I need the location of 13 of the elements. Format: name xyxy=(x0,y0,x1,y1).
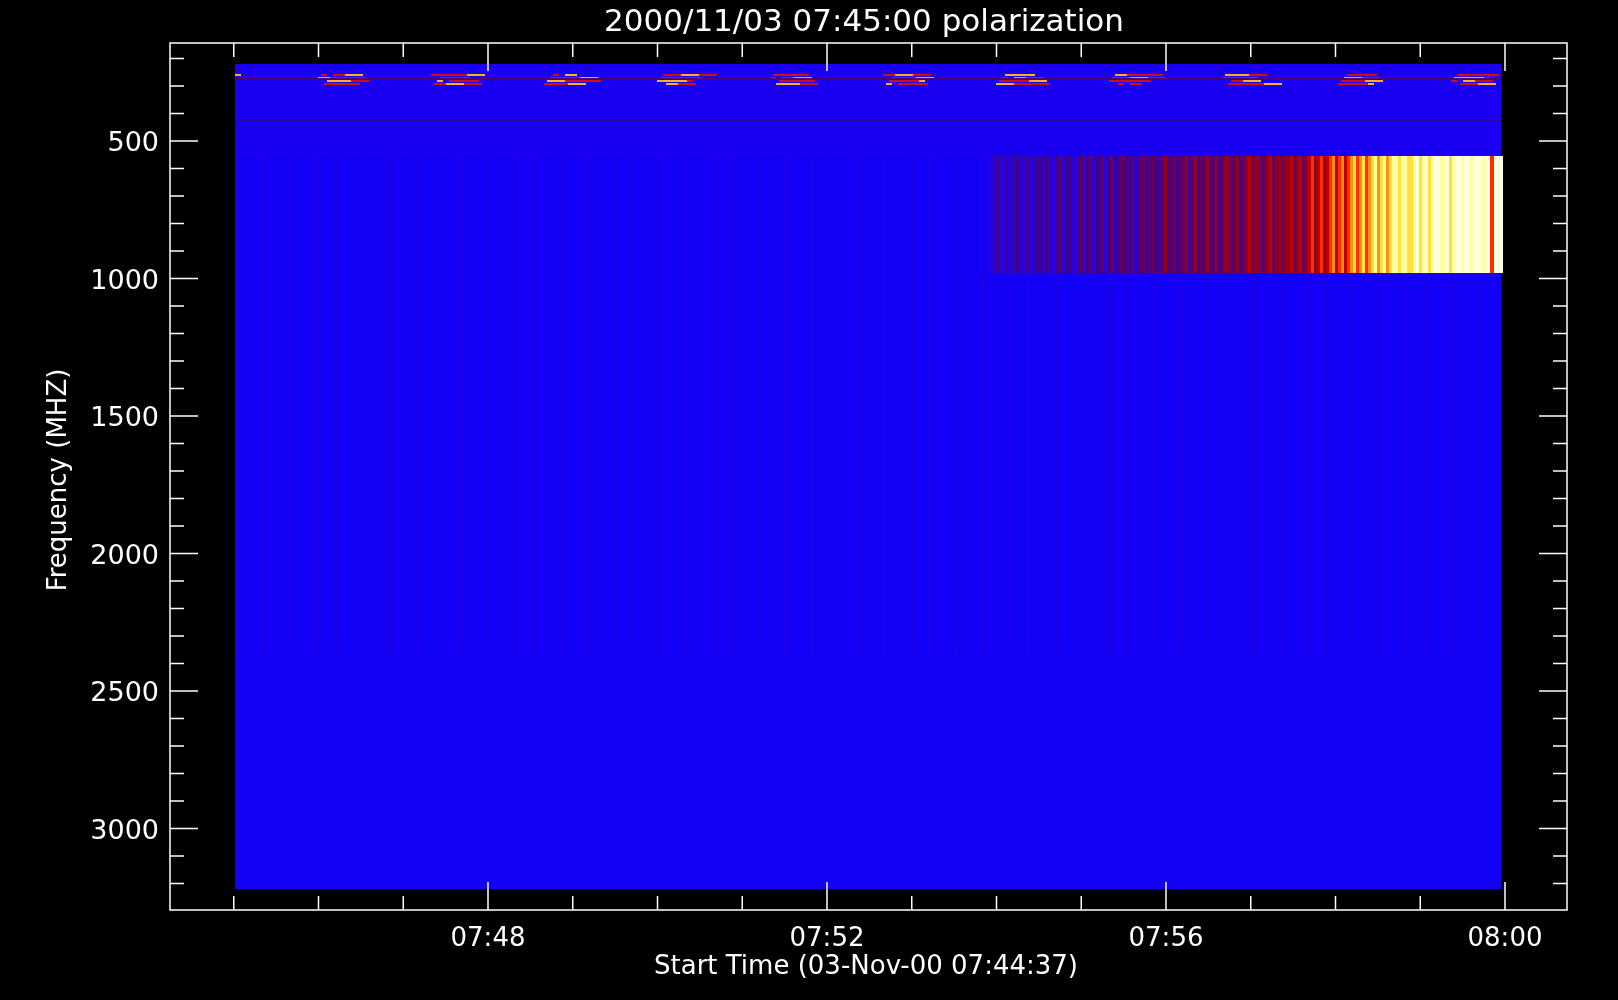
y-tick-label: 2500 xyxy=(90,676,159,707)
y-tick-label: 3000 xyxy=(90,813,159,845)
x-tick-label: 07:52 xyxy=(789,922,865,952)
y-axis-label: Frequency (MHZ) xyxy=(42,368,72,592)
y-tick-label: 1000 xyxy=(90,263,159,295)
x-tick-label: 07:48 xyxy=(450,922,526,952)
x-tick-label: 08:00 xyxy=(1467,922,1543,952)
x-tick-label: 07:56 xyxy=(1128,922,1204,952)
y-tick-label: 2000 xyxy=(90,538,159,570)
y-tick-label: 500 xyxy=(107,126,159,157)
x-axis-label: Start Time (03-Nov-00 07:44:37) xyxy=(654,950,1078,980)
y-tick-label: 1500 xyxy=(90,401,159,432)
plot-title: 2000/11/03 07:45:00 polarization xyxy=(604,2,1124,38)
